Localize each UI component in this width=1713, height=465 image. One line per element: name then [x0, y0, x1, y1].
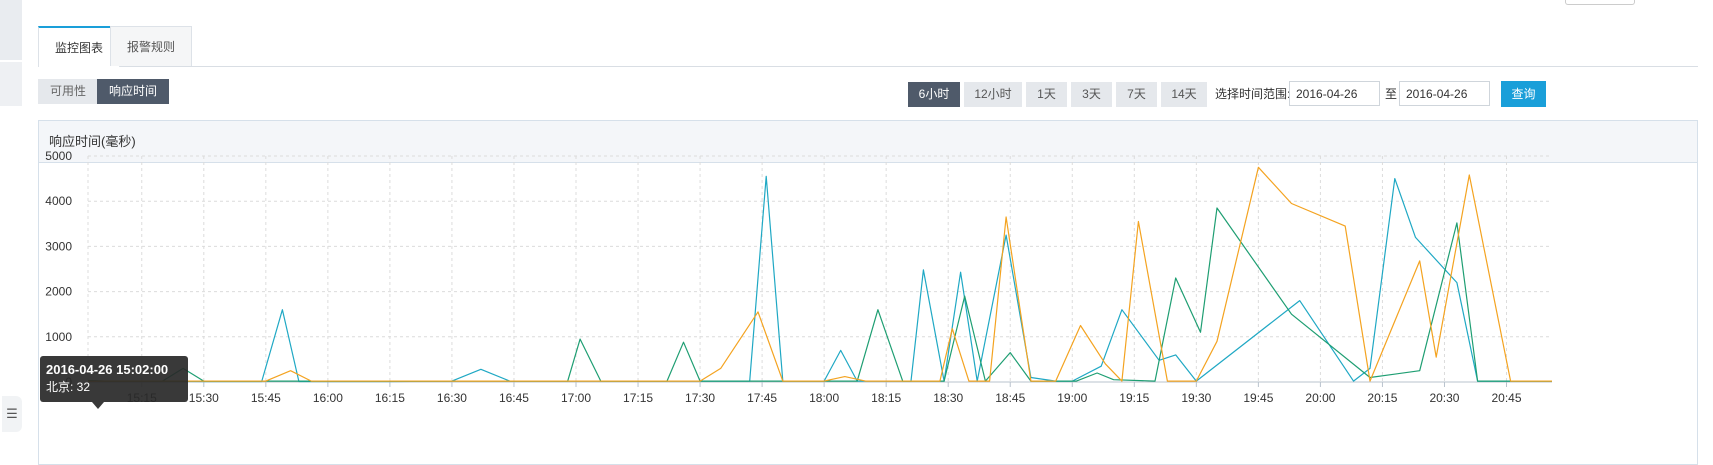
x-tick-label: 18:45 — [995, 391, 1025, 405]
x-tick-label: 15:30 — [189, 391, 219, 405]
y-tick-label: 1000 — [45, 330, 72, 344]
response-time-chart: 01000200030004000500015:1515:3015:4516:0… — [45, 149, 1552, 405]
x-tick-label: 19:00 — [1057, 391, 1087, 405]
x-tick-label: 17:45 — [747, 391, 777, 405]
x-tick-label: 17:15 — [623, 391, 653, 405]
x-tick-label: 17:00 — [561, 391, 591, 405]
x-tick-label: 20:15 — [1367, 391, 1397, 405]
series-line-1 — [87, 175, 1552, 383]
x-tick-label: 18:30 — [933, 391, 963, 405]
x-tick-label: 18:15 — [871, 391, 901, 405]
x-tick-label: 19:45 — [1243, 391, 1273, 405]
x-tick-label: 16:00 — [313, 391, 343, 405]
y-tick-label: 3000 — [45, 239, 72, 253]
x-tick-label: 15:45 — [251, 391, 281, 405]
x-tick-label: 20:30 — [1429, 391, 1459, 405]
x-tick-label: 20:00 — [1305, 391, 1335, 405]
y-tick-label: 4000 — [45, 194, 72, 208]
x-tick-label: 19:30 — [1181, 391, 1211, 405]
x-tick-label: 20:45 — [1491, 391, 1521, 405]
y-tick-label: 5000 — [45, 149, 72, 163]
x-tick-label: 17:30 — [685, 391, 715, 405]
x-tick-label: 19:15 — [1119, 391, 1149, 405]
x-tick-label: 16:30 — [437, 391, 467, 405]
tooltip-time: 2016-04-26 15:02:00 — [46, 362, 169, 377]
tooltip-pointer — [92, 402, 104, 409]
series-line-2 — [87, 207, 1552, 382]
x-tick-label: 16:45 — [499, 391, 529, 405]
x-tick-label: 16:15 — [375, 391, 405, 405]
y-tick-label: 2000 — [45, 285, 72, 299]
x-tick-label: 18:00 — [809, 391, 839, 405]
tooltip-value: 北京: 32 — [46, 380, 91, 394]
chart-tooltip: 2016-04-26 15:02:00 北京: 32 — [40, 356, 188, 402]
